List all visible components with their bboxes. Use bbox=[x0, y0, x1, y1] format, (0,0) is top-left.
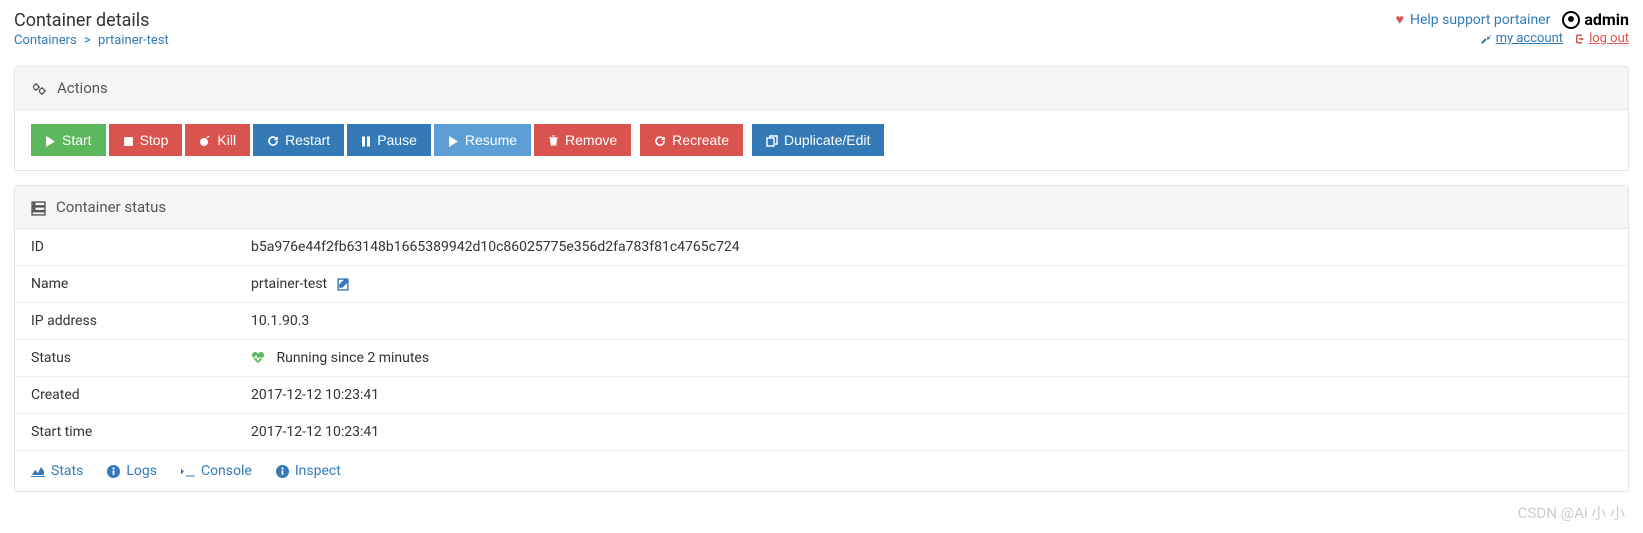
breadcrumb-current[interactable]: prtainer-test bbox=[98, 33, 169, 48]
trash-icon bbox=[548, 132, 559, 148]
ip-label: IP address bbox=[15, 303, 235, 340]
support-link[interactable]: ♥ Help support portainer bbox=[1396, 11, 1551, 28]
stats-label: Stats bbox=[51, 463, 83, 479]
inspect-label: Inspect bbox=[295, 463, 341, 479]
ip-value: 10.1.90.3 bbox=[235, 303, 1628, 340]
start-label: Start bbox=[62, 132, 92, 148]
recreate-label: Recreate bbox=[672, 132, 729, 148]
refresh-icon bbox=[267, 132, 279, 148]
kill-label: Kill bbox=[217, 132, 236, 148]
kill-button[interactable]: Kill bbox=[185, 124, 250, 156]
logout-label: log out bbox=[1589, 31, 1629, 46]
logout-link[interactable]: log out bbox=[1573, 31, 1629, 46]
name-cell: prtainer-test bbox=[235, 266, 1628, 303]
info-icon bbox=[276, 463, 289, 479]
id-value: b5a976e44f2fb63148b1665389942d10c8602577… bbox=[235, 229, 1628, 266]
created-value: 2017-12-12 10:23:41 bbox=[235, 377, 1628, 414]
status-panel: Container status ID b5a976e44f2fb63148b1… bbox=[14, 185, 1629, 492]
restart-button[interactable]: Restart bbox=[253, 124, 344, 156]
pause-label: Pause bbox=[377, 132, 417, 148]
terminal-icon bbox=[181, 463, 195, 479]
pause-icon bbox=[361, 132, 371, 148]
console-tab[interactable]: Console bbox=[181, 463, 252, 479]
actions-panel: Actions Start Stop Kill Restart bbox=[14, 66, 1629, 171]
resume-label: Resume bbox=[465, 132, 517, 148]
table-row: Name prtainer-test bbox=[15, 266, 1628, 303]
start-label: Start time bbox=[15, 414, 235, 451]
play-icon bbox=[448, 132, 459, 148]
table-row: Start time 2017-12-12 10:23:41 bbox=[15, 414, 1628, 451]
status-table: ID b5a976e44f2fb63148b1665389942d10c8602… bbox=[15, 229, 1628, 450]
stats-tab[interactable]: Stats bbox=[31, 463, 83, 479]
resume-button[interactable]: Resume bbox=[434, 124, 531, 156]
duplicate-button[interactable]: Duplicate/Edit bbox=[752, 124, 884, 156]
status-label: Status bbox=[15, 340, 235, 377]
restart-label: Restart bbox=[285, 132, 330, 148]
page-header: Container details Containers > prtainer-… bbox=[14, 10, 1629, 48]
name-value: prtainer-test bbox=[251, 276, 327, 292]
recreate-button[interactable]: Recreate bbox=[640, 124, 743, 156]
table-row: Status Running since 2 minutes bbox=[15, 340, 1628, 377]
breadcrumb: Containers > prtainer-test bbox=[14, 33, 169, 48]
duplicate-label: Duplicate/Edit bbox=[784, 132, 870, 148]
wrench-icon bbox=[1480, 31, 1492, 46]
name-label: Name bbox=[15, 266, 235, 303]
table-row: Created 2017-12-12 10:23:41 bbox=[15, 377, 1628, 414]
table-row: IP address 10.1.90.3 bbox=[15, 303, 1628, 340]
gears-icon bbox=[31, 79, 47, 97]
remove-label: Remove bbox=[565, 132, 617, 148]
actions-panel-header: Actions bbox=[15, 67, 1628, 110]
user-name: admin bbox=[1584, 10, 1629, 29]
breadcrumb-parent[interactable]: Containers bbox=[14, 33, 77, 48]
info-icon bbox=[107, 463, 120, 479]
pause-button[interactable]: Pause bbox=[347, 124, 431, 156]
logout-icon bbox=[1573, 31, 1585, 46]
support-link-label: Help support portainer bbox=[1410, 12, 1550, 28]
play-icon bbox=[45, 132, 56, 148]
page-title: Container details bbox=[14, 10, 169, 31]
server-icon bbox=[31, 198, 46, 216]
heartbeat-icon bbox=[251, 350, 268, 366]
console-label: Console bbox=[201, 463, 252, 479]
heart-icon: ♥ bbox=[1396, 11, 1404, 28]
status-cell: Running since 2 minutes bbox=[235, 340, 1628, 377]
user-badge: admin bbox=[1562, 10, 1629, 29]
copy-icon bbox=[766, 132, 778, 148]
table-row: ID b5a976e44f2fb63148b1665389942d10c8602… bbox=[15, 229, 1628, 266]
edit-icon[interactable] bbox=[337, 276, 350, 292]
logs-label: Logs bbox=[126, 463, 157, 479]
my-account-link[interactable]: my account bbox=[1480, 31, 1563, 46]
status-panel-title: Container status bbox=[56, 198, 166, 216]
start-button[interactable]: Start bbox=[31, 124, 106, 156]
my-account-label: my account bbox=[1496, 31, 1563, 46]
watermark: CSDN @Ai 小 小 bbox=[1518, 502, 1625, 523]
actions-panel-title: Actions bbox=[57, 79, 108, 97]
breadcrumb-separator: > bbox=[84, 33, 91, 48]
user-icon bbox=[1562, 11, 1580, 29]
refresh-icon bbox=[654, 132, 666, 148]
status-value: Running since 2 minutes bbox=[276, 350, 429, 366]
inspect-tab[interactable]: Inspect bbox=[276, 463, 341, 479]
id-label: ID bbox=[15, 229, 235, 266]
remove-button[interactable]: Remove bbox=[534, 124, 631, 156]
status-panel-header: Container status bbox=[15, 186, 1628, 229]
chart-icon bbox=[31, 463, 45, 479]
stop-label: Stop bbox=[140, 132, 169, 148]
tab-row: Stats Logs Console Inspect bbox=[15, 450, 1628, 491]
stop-icon bbox=[123, 132, 134, 148]
start-value: 2017-12-12 10:23:41 bbox=[235, 414, 1628, 451]
stop-button[interactable]: Stop bbox=[109, 124, 183, 156]
action-buttons: Start Stop Kill Restart Pause bbox=[31, 124, 1612, 156]
bomb-icon bbox=[199, 132, 211, 148]
logs-tab[interactable]: Logs bbox=[107, 463, 157, 479]
created-label: Created bbox=[15, 377, 235, 414]
